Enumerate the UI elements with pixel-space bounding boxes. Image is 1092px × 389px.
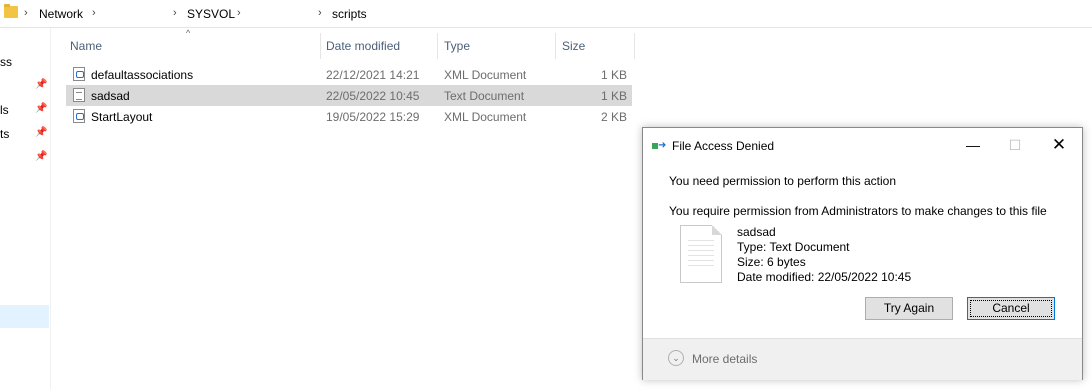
nav-selected-item[interactable] xyxy=(0,305,49,328)
file-row-selected[interactable]: sadsad 22/05/2022 10:45 Text Document 1 … xyxy=(66,85,632,106)
column-divider[interactable] xyxy=(320,33,321,59)
file-size: 2 KB xyxy=(600,110,627,124)
dialog-message: You need permission to perform this acti… xyxy=(669,174,897,188)
file-transfer-icon: ➜ xyxy=(652,141,666,151)
pin-icon: 📌 xyxy=(35,151,48,162)
file-name: defaultassociations xyxy=(91,68,194,82)
xml-file-icon xyxy=(73,67,85,81)
column-header-date[interactable]: Date modified xyxy=(326,36,400,56)
dialog-title: File Access Denied xyxy=(672,139,775,153)
text-file-icon xyxy=(73,88,85,102)
dialog-file-type: Type: Text Document xyxy=(737,240,850,254)
dialog-file-name: sadsad xyxy=(737,225,776,239)
breadcrumb-sysvol[interactable]: SYSVOL xyxy=(187,7,235,21)
folder-icon xyxy=(4,4,18,18)
column-divider[interactable] xyxy=(555,33,556,59)
nav-item-label[interactable]: ts xyxy=(0,127,9,141)
close-button[interactable]: ✕ xyxy=(1049,136,1069,154)
address-bar[interactable]: › Network › › SYSVOL › › scripts xyxy=(0,0,1092,28)
chevron-down-icon[interactable]: ⌄ xyxy=(668,350,684,366)
dialog-footer: ⌄ More details xyxy=(643,338,1082,380)
column-header-size[interactable]: Size xyxy=(562,36,585,56)
file-type: XML Document xyxy=(444,68,527,82)
pin-icon: 📌 xyxy=(35,79,48,90)
file-date: 19/05/2022 15:29 xyxy=(326,110,420,124)
file-row[interactable]: defaultassociations 22/12/2021 14:21 XML… xyxy=(66,64,632,85)
maximize-button[interactable]: ☐ xyxy=(1005,136,1025,154)
breadcrumb-scripts[interactable]: scripts xyxy=(332,7,367,21)
sort-ascending-icon: ^ xyxy=(186,28,191,38)
column-divider[interactable] xyxy=(437,33,438,59)
try-again-button[interactable]: Try Again xyxy=(865,297,953,320)
xml-file-icon xyxy=(73,109,85,123)
file-size: 1 KB xyxy=(600,89,627,103)
dialog-detail: You require permission from Administrato… xyxy=(669,204,1047,218)
file-type: Text Document xyxy=(444,89,525,103)
file-date: 22/12/2021 14:21 xyxy=(326,68,420,82)
chevron-right-icon: › xyxy=(173,7,177,19)
chevron-right-icon: › xyxy=(24,7,28,19)
text-document-icon xyxy=(680,225,722,283)
file-type: XML Document xyxy=(444,110,527,124)
column-header-type[interactable]: Type xyxy=(444,36,470,56)
column-header-name[interactable]: Name xyxy=(70,36,102,56)
file-size: 1 KB xyxy=(600,68,627,82)
pin-icon: 📌 xyxy=(35,127,48,138)
chevron-right-icon[interactable]: › xyxy=(237,7,241,19)
dialog-file-modified: Date modified: 22/05/2022 10:45 xyxy=(737,270,912,284)
file-row[interactable]: StartLayout 19/05/2022 15:29 XML Documen… xyxy=(66,106,632,127)
dialog-file-size: Size: 6 bytes xyxy=(737,255,806,269)
file-date: 22/05/2022 10:45 xyxy=(326,89,420,103)
pin-icon: 📌 xyxy=(35,103,48,114)
more-details-toggle[interactable]: More details xyxy=(692,352,757,366)
column-divider[interactable] xyxy=(634,33,635,59)
breadcrumb-network[interactable]: Network xyxy=(39,7,83,21)
chevron-right-icon: › xyxy=(318,7,322,19)
nav-item-label[interactable]: ss xyxy=(0,55,12,69)
minimize-button[interactable]: — xyxy=(963,136,983,154)
file-access-denied-dialog[interactable]: ➜ File Access Denied — ☐ ✕ You need perm… xyxy=(642,127,1083,380)
nav-item-label[interactable]: ls xyxy=(0,103,9,117)
file-name: StartLayout xyxy=(91,110,153,124)
chevron-right-icon[interactable]: › xyxy=(92,7,96,19)
navigation-pane[interactable]: ss 📌 ls 📌 ts 📌 📌 xyxy=(0,28,51,389)
file-name: sadsad xyxy=(91,89,130,103)
cancel-button[interactable]: Cancel xyxy=(967,297,1055,320)
